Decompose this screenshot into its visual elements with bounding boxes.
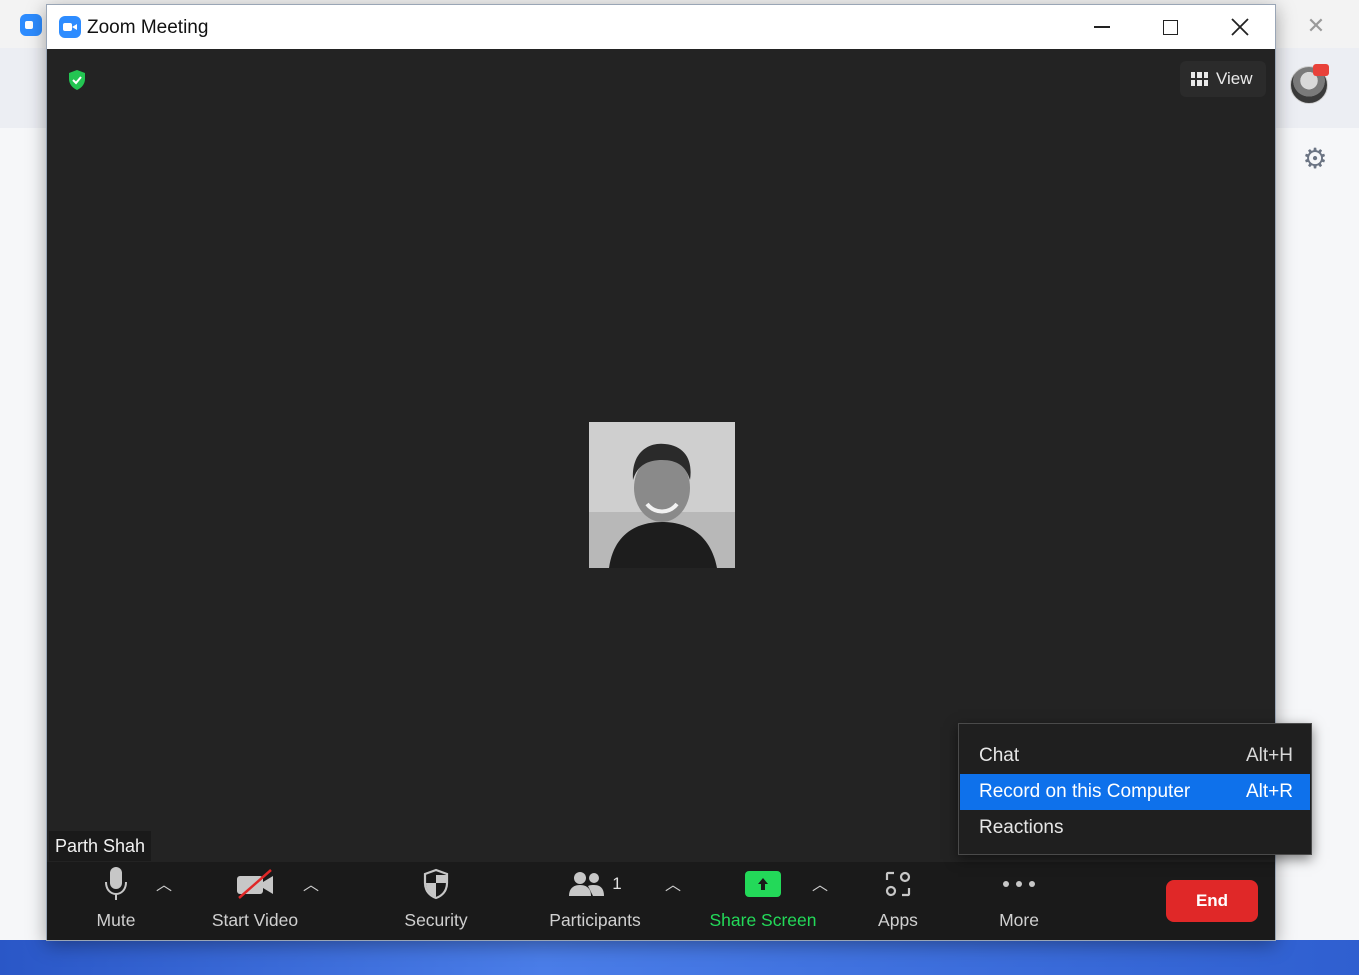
menu-item-chat[interactable]: Chat Alt+H bbox=[960, 738, 1310, 774]
minimize-icon bbox=[1094, 26, 1110, 28]
apps-icon bbox=[885, 871, 911, 897]
security-button[interactable]: Security bbox=[397, 862, 475, 940]
audio-options-caret[interactable]: ︿ bbox=[154, 876, 174, 896]
participants-options-caret[interactable]: ︿ bbox=[663, 876, 683, 896]
zoom-logo-icon bbox=[59, 16, 81, 38]
share-options-caret[interactable]: ︿ bbox=[810, 876, 830, 896]
end-meeting-button[interactable]: End bbox=[1166, 880, 1258, 922]
start-video-button[interactable]: Start Video bbox=[205, 862, 305, 940]
menu-item-record[interactable]: Record on this Computer Alt+R bbox=[960, 774, 1310, 810]
maximize-button[interactable] bbox=[1147, 11, 1193, 43]
start-video-label: Start Video bbox=[211, 910, 299, 930]
participant-portrait bbox=[589, 422, 735, 568]
background-close-icon[interactable]: ✕ bbox=[1300, 12, 1332, 40]
participants-button[interactable]: 1 Participants bbox=[543, 862, 647, 940]
window-title: Zoom Meeting bbox=[87, 17, 209, 38]
menu-item-label: Chat bbox=[979, 745, 1020, 766]
menu-item-shortcut: Alt+H bbox=[1246, 745, 1293, 766]
participants-label: Participants bbox=[549, 910, 641, 930]
camera-badge-icon bbox=[1313, 64, 1329, 76]
encryption-shield-icon[interactable] bbox=[67, 69, 87, 91]
participants-count: 1 bbox=[612, 874, 622, 893]
menu-item-reactions[interactable]: Reactions bbox=[960, 810, 1310, 846]
security-label: Security bbox=[404, 910, 468, 930]
apps-button[interactable]: Apps bbox=[869, 862, 927, 940]
participant-photo bbox=[589, 422, 735, 568]
participants-icon bbox=[569, 872, 605, 896]
meeting-titlebar: Zoom Meeting bbox=[47, 5, 1275, 49]
more-menu: Chat Alt+H Record on this Computer Alt+R… bbox=[958, 723, 1312, 855]
participant-name-tag: Parth Shah bbox=[49, 831, 152, 861]
view-label: View bbox=[1216, 69, 1253, 88]
more-label: More bbox=[999, 910, 1039, 930]
zoom-app-icon bbox=[20, 14, 42, 36]
desktop-wallpaper bbox=[0, 940, 1359, 975]
share-screen-label: Share Screen bbox=[709, 910, 817, 930]
video-options-caret[interactable]: ︿ bbox=[301, 876, 321, 896]
close-icon bbox=[1231, 18, 1249, 36]
apps-label: Apps bbox=[878, 910, 918, 930]
grid-view-icon bbox=[1191, 72, 1208, 86]
more-button[interactable]: More bbox=[990, 862, 1048, 940]
menu-item-label: Reactions bbox=[979, 817, 1064, 838]
mute-button[interactable]: Mute bbox=[85, 862, 147, 940]
gear-icon[interactable]: ⚙ bbox=[1300, 144, 1330, 174]
more-dots-icon bbox=[1003, 881, 1035, 887]
minimize-button[interactable] bbox=[1079, 11, 1125, 43]
share-screen-icon bbox=[745, 871, 781, 897]
security-shield-icon bbox=[423, 868, 449, 900]
menu-item-shortcut: Alt+R bbox=[1246, 781, 1293, 802]
mute-label: Mute bbox=[96, 910, 136, 930]
share-screen-button[interactable]: Share Screen bbox=[707, 862, 819, 940]
view-button[interactable]: View bbox=[1180, 61, 1266, 97]
microphone-icon bbox=[105, 867, 127, 900]
video-off-icon bbox=[237, 869, 273, 899]
close-button[interactable] bbox=[1217, 11, 1263, 43]
meeting-toolbar: Mute ︿ Start Video ︿ Security 1 Particip… bbox=[47, 862, 1275, 940]
maximize-icon bbox=[1162, 19, 1178, 35]
menu-item-label: Record on this Computer bbox=[979, 781, 1191, 802]
